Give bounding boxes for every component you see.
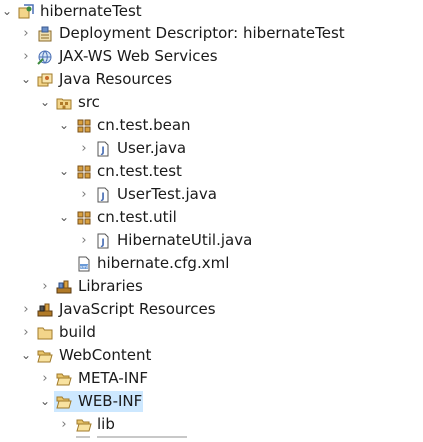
tree-item-meta-inf[interactable]: › META-INF — [0, 367, 423, 390]
java-file-icon: J — [97, 187, 109, 203]
folder-open-icon — [56, 396, 72, 409]
tree-item-jaxws[interactable]: › JAX-WS Web Services — [0, 45, 423, 68]
expand-arrow-icon[interactable]: ⌄ — [19, 344, 33, 367]
collapse-arrow-icon[interactable]: › — [19, 22, 33, 45]
tree-item-label: hibernate.cfg.xml — [97, 254, 230, 272]
tree-item-label: Deployment Descriptor: hibernateTest — [59, 24, 345, 42]
collapse-arrow-icon[interactable]: › — [77, 137, 91, 160]
tree-item-java-resources[interactable]: ⌄ Java Resources — [0, 68, 423, 91]
collapse-arrow-icon[interactable]: › — [38, 367, 52, 390]
tree-item-label: User.java — [117, 139, 187, 157]
tree-item-build[interactable]: › build — [0, 321, 423, 344]
java-file-icon: J — [97, 233, 109, 249]
collapse-arrow-icon[interactable]: › — [19, 298, 33, 321]
tree-item-webcontent[interactable]: ⌄ WebContent — [0, 344, 423, 367]
svg-text:J: J — [100, 192, 104, 202]
tree-item-javascript-resources[interactable]: › JavaScript Resources — [0, 298, 423, 321]
project-icon — [18, 4, 34, 19]
tree-item-package-util[interactable]: ⌄ cn.test.util — [0, 206, 423, 229]
libraries-icon — [56, 280, 72, 294]
javascript-resources-icon — [37, 303, 53, 317]
expand-arrow-icon[interactable]: ⌄ — [0, 0, 14, 23]
tree-item-libraries[interactable]: › Libraries — [0, 275, 423, 298]
tree-item-package-bean[interactable]: ⌄ cn.test.bean — [0, 114, 423, 137]
tree-item-label: cn.test.util — [97, 208, 177, 226]
xml-file-icon: xml — [78, 256, 90, 272]
tree-item-label: UserTest.java — [117, 185, 217, 203]
expand-arrow-icon[interactable]: ⌄ — [57, 206, 71, 229]
tree-item-hibernateutil-java[interactable]: › J HibernateUtil.java — [0, 229, 423, 252]
svg-text:J: J — [100, 238, 104, 248]
collapse-arrow-icon[interactable]: › — [38, 275, 52, 298]
tree-item-label: hibernateTest — [40, 2, 142, 20]
collapse-arrow-icon[interactable]: › — [77, 183, 91, 206]
tree-item-deployment-descriptor[interactable]: › Deployment Descriptor: hibernateTest — [0, 22, 423, 45]
tree-item-label: WebContent — [59, 346, 152, 364]
tree-item-package-test[interactable]: ⌄ cn.test.test — [0, 160, 423, 183]
tree-item-label: HibernateUtil.java — [117, 231, 253, 249]
tree-item-user-java[interactable]: › J User.java — [0, 137, 423, 160]
collapse-arrow-icon[interactable]: › — [19, 321, 33, 344]
tree-item-hibernate-cfg[interactable]: xml hibernate.cfg.xml — [0, 252, 423, 275]
package-icon — [77, 211, 91, 225]
collapse-arrow-icon[interactable]: › — [19, 45, 33, 68]
java-resources-icon — [37, 73, 53, 87]
collapse-arrow-icon[interactable]: › — [57, 413, 71, 436]
tree-item-usertest-java[interactable]: › J UserTest.java — [0, 183, 423, 206]
tree-item-web-inf[interactable]: ⌄ WEB-INF — [0, 390, 423, 413]
package-icon — [77, 165, 91, 179]
expand-arrow-icon[interactable]: ⌄ — [57, 114, 71, 137]
web-services-icon — [37, 50, 52, 65]
tree-item-label: WEB-INF — [78, 392, 143, 410]
deployment-descriptor-icon — [38, 26, 52, 42]
tree-item-label: JAX-WS Web Services — [59, 47, 218, 65]
tree-item-label: lib — [97, 415, 115, 433]
package-icon — [77, 119, 91, 133]
java-file-icon: J — [97, 141, 109, 157]
tree-item-label: src — [78, 93, 100, 111]
expand-arrow-icon[interactable]: ⌄ — [38, 390, 52, 413]
tree-item-label: Libraries — [78, 277, 143, 295]
expand-arrow-icon[interactable]: ⌄ — [19, 68, 33, 91]
folder-icon — [37, 327, 53, 340]
source-folder-icon — [56, 98, 72, 110]
tree-item-label: Java Resources — [59, 70, 173, 88]
cut-off-tree-item — [0, 436, 423, 442]
tree-item-src[interactable]: ⌄ src — [0, 91, 423, 114]
tree-item-project[interactable]: ⌄ hibernateTest — [0, 0, 423, 23]
expand-arrow-icon[interactable]: ⌄ — [57, 160, 71, 183]
svg-text:J: J — [100, 146, 104, 156]
folder-open-icon — [56, 373, 72, 386]
expand-arrow-icon[interactable]: ⌄ — [38, 91, 52, 114]
tree-item-label: META-INF — [78, 369, 149, 387]
folder-open-icon — [37, 350, 53, 363]
tree-item-label: build — [59, 323, 96, 341]
svg-text:xml: xml — [80, 264, 88, 270]
tree-item-label: cn.test.test — [97, 162, 182, 180]
tree-item-lib[interactable]: › lib — [0, 413, 423, 436]
collapse-arrow-icon[interactable]: › — [77, 229, 91, 252]
folder-open-icon — [76, 419, 92, 432]
tree-item-label: JavaScript Resources — [59, 300, 216, 318]
tree-item-label: cn.test.bean — [97, 116, 191, 134]
